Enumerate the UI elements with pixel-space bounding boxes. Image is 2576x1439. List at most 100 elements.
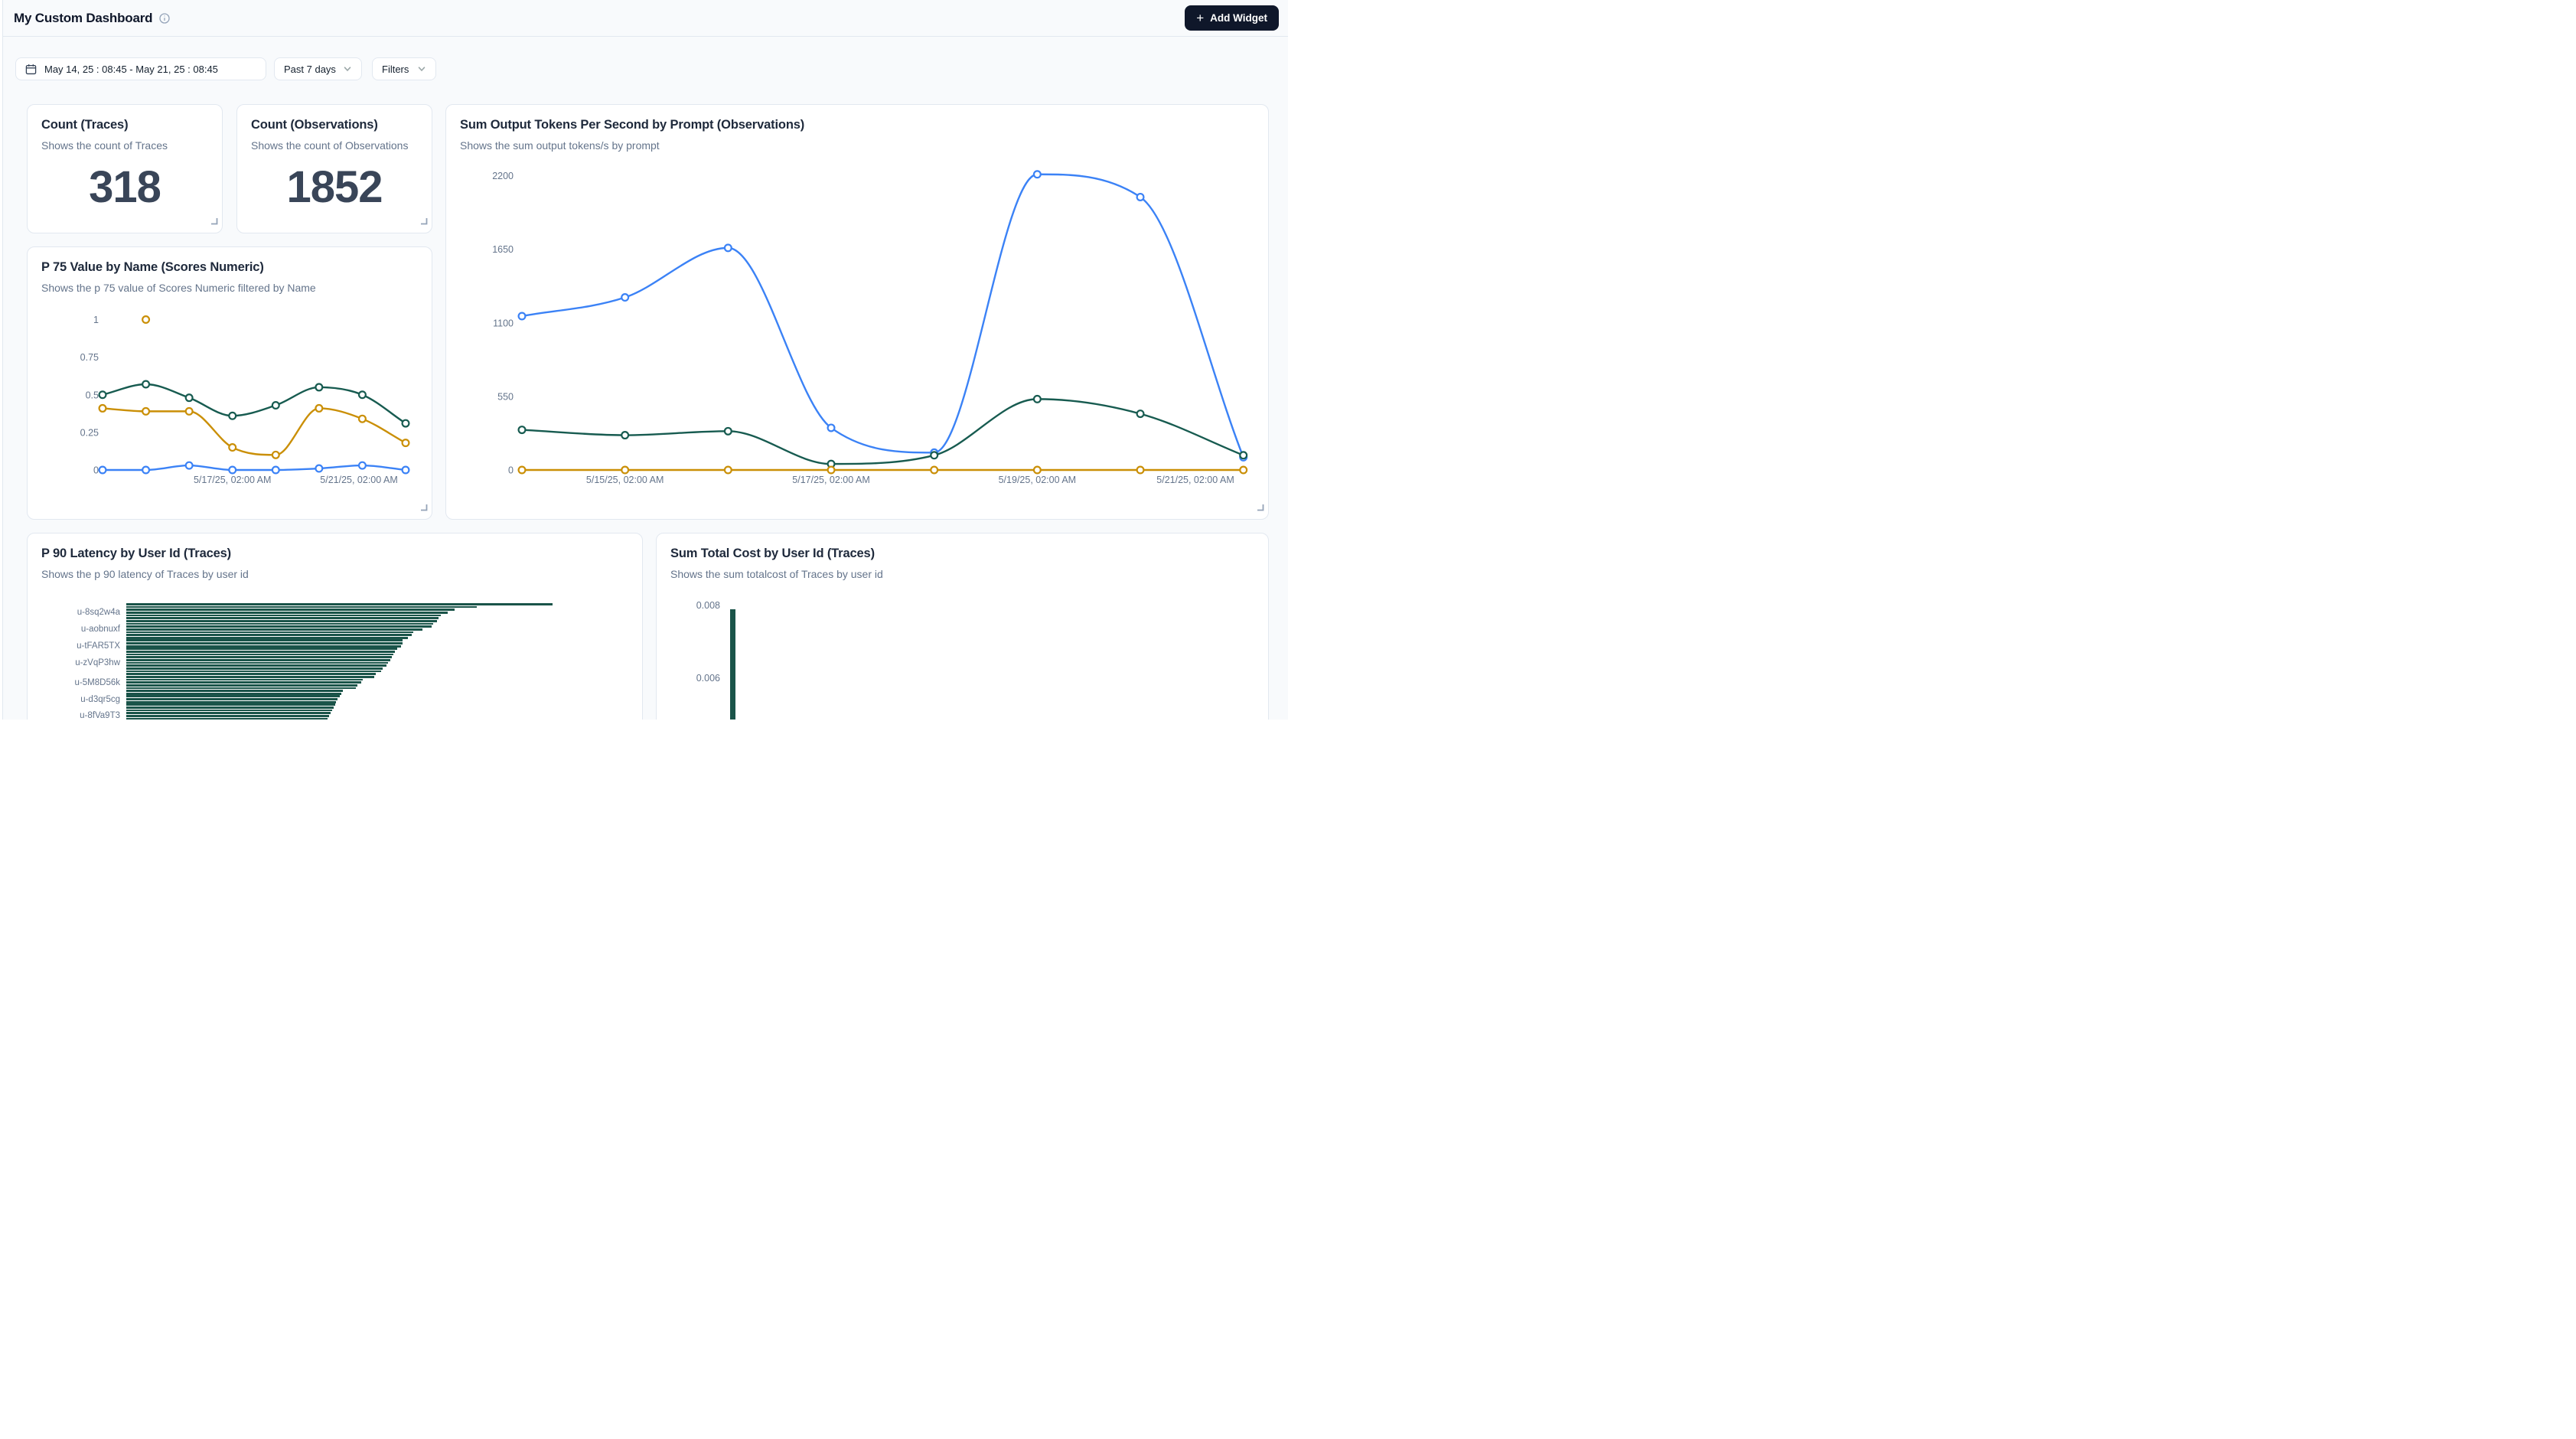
latency-bar — [126, 690, 343, 692]
latency-bar — [126, 631, 413, 634]
tokens_by_prompt-series-blue — [522, 175, 1244, 458]
latency-bar — [126, 648, 397, 650]
widget-title: Count (Observations) — [251, 118, 418, 132]
resize-handle-icon[interactable] — [420, 501, 428, 515]
latency-bar — [126, 628, 422, 631]
latency-bar — [126, 662, 388, 664]
latency-bar — [126, 620, 437, 622]
svg-text:1650: 1650 — [492, 244, 514, 255]
widget-title: Count (Traces) — [41, 118, 208, 132]
latency-bar — [126, 645, 401, 648]
line-chart-tokens: 05501100165022005/15/25, 02:00 AM5/17/25… — [447, 105, 1267, 518]
widget-count-observations: Count (Observations) Shows the count of … — [236, 104, 432, 233]
cost-bar — [730, 609, 736, 720]
latency-bar — [126, 710, 332, 712]
bar-chart-total-cost: 0.008 0.006 — [657, 534, 1267, 720]
latency-bar — [126, 615, 441, 617]
widget-subtitle: Shows the count of Traces — [41, 139, 208, 152]
latency-bar — [126, 701, 336, 703]
resize-handle-icon[interactable] — [1257, 501, 1264, 515]
latency-bar — [126, 718, 328, 720]
filters-label: Filters — [382, 64, 409, 75]
svg-text:550: 550 — [497, 391, 514, 402]
widget-subtitle: Shows the count of Observations — [251, 139, 418, 152]
user-id-label: u-tFAR5TX — [28, 641, 120, 651]
latency-bar — [126, 681, 361, 684]
latency-bar — [126, 664, 386, 667]
info-icon[interactable] — [159, 13, 170, 24]
widget-p75-value: P 75 Value by Name (Scores Numeric) Show… — [27, 246, 432, 520]
latency-bar — [126, 673, 376, 675]
chevron-down-icon — [417, 64, 426, 73]
latency-bar — [126, 684, 357, 687]
dashboard-content: May 14, 25 : 08:45 - May 21, 25 : 08:45 … — [3, 37, 1288, 720]
add-widget-label: Add Widget — [1210, 12, 1267, 24]
bar-chart-p90-latency: u-8sq2w4a u-aobnuxf u-tFAR5TX u-zVqP3hw u-5M… — [28, 534, 641, 720]
widget-total-cost: Sum Total Cost by User Id (Traces) Shows… — [656, 533, 1269, 720]
resize-handle-icon[interactable] — [210, 215, 218, 229]
calendar-icon — [25, 64, 37, 75]
svg-text:5/17/25, 02:00 AM: 5/17/25, 02:00 AM — [792, 475, 869, 485]
svg-text:5/21/25, 02:00 AM: 5/21/25, 02:00 AM — [1156, 475, 1234, 485]
dashboard-page: My Custom Dashboard + Add Widget May 14,… — [0, 0, 1288, 720]
svg-text:5/21/25, 02:00 AM: 5/21/25, 02:00 AM — [320, 475, 397, 485]
latency-bar — [126, 634, 412, 636]
user-id-label: u-d3qr5cg — [28, 694, 120, 705]
svg-text:0: 0 — [93, 465, 99, 476]
latency-bar — [126, 606, 477, 609]
page-title: My Custom Dashboard — [14, 11, 152, 26]
svg-text:0: 0 — [508, 465, 514, 476]
latency-bar — [126, 706, 334, 709]
latency-bar — [126, 612, 448, 614]
latency-bar — [126, 676, 374, 678]
user-id-label: u-aobnuxf — [28, 624, 120, 635]
svg-text:2200: 2200 — [492, 171, 514, 181]
kpi-value: 1852 — [286, 162, 382, 213]
sidebar-edge — [0, 0, 3, 720]
latency-bar — [126, 695, 340, 697]
svg-text:1: 1 — [93, 315, 99, 325]
date-range-value: May 14, 25 : 08:45 - May 21, 25 : 08:45 — [44, 64, 218, 75]
page-header: My Custom Dashboard + Add Widget — [3, 0, 1288, 37]
svg-text:0.75: 0.75 — [80, 352, 99, 363]
latency-bar — [126, 667, 383, 670]
resize-handle-icon[interactable] — [420, 215, 428, 229]
latency-bar — [126, 693, 341, 695]
widget-p90-latency: P 90 Latency by User Id (Traces) Shows t… — [27, 533, 643, 720]
svg-text:0.5: 0.5 — [86, 390, 99, 400]
latency-bar — [126, 609, 455, 611]
latency-bar — [126, 715, 329, 717]
widget-tokens-per-second: Sum Output Tokens Per Second by Prompt (… — [445, 104, 1269, 520]
user-id-label: u-zVqP3hw — [28, 658, 120, 668]
latency-bar — [126, 671, 381, 673]
user-id-label: u-8fVa9T3 — [28, 710, 120, 720]
svg-text:5/19/25, 02:00 AM: 5/19/25, 02:00 AM — [999, 475, 1076, 485]
latency-bar — [126, 637, 408, 639]
user-id-label: u-5M8D56k — [28, 677, 120, 688]
latency-bar — [126, 625, 432, 628]
latency-bar — [126, 712, 331, 714]
svg-text:1100: 1100 — [493, 318, 514, 328]
add-widget-button[interactable]: + Add Widget — [1185, 5, 1279, 31]
latency-bar — [126, 623, 433, 625]
latency-bar — [126, 703, 335, 706]
user-id-label: u-8sq2w4a — [28, 607, 120, 618]
filters-button[interactable]: Filters — [372, 57, 436, 80]
plus-icon: + — [1196, 11, 1204, 24]
time-preset-value: Past 7 days — [284, 64, 336, 75]
latency-bar — [126, 642, 403, 644]
y-axis-tick: 0.006 — [673, 673, 720, 684]
y-axis-tick: 0.008 — [673, 600, 720, 611]
time-preset-select[interactable]: Past 7 days — [274, 57, 362, 80]
latency-bar — [126, 651, 395, 653]
latency-bar — [126, 698, 337, 700]
latency-bar — [126, 617, 439, 619]
latency-bar — [126, 639, 403, 641]
line-chart-p75: 00.250.50.7515/17/25, 02:00 AM5/21/25, 0… — [28, 247, 431, 518]
chevron-down-icon — [343, 64, 352, 73]
widget-count-traces: Count (Traces) Shows the count of Traces… — [27, 104, 223, 233]
latency-bar — [126, 687, 356, 690]
svg-text:0.25: 0.25 — [80, 427, 99, 438]
latency-bar — [126, 603, 553, 605]
date-range-picker[interactable]: May 14, 25 : 08:45 - May 21, 25 : 08:45 — [15, 57, 266, 80]
